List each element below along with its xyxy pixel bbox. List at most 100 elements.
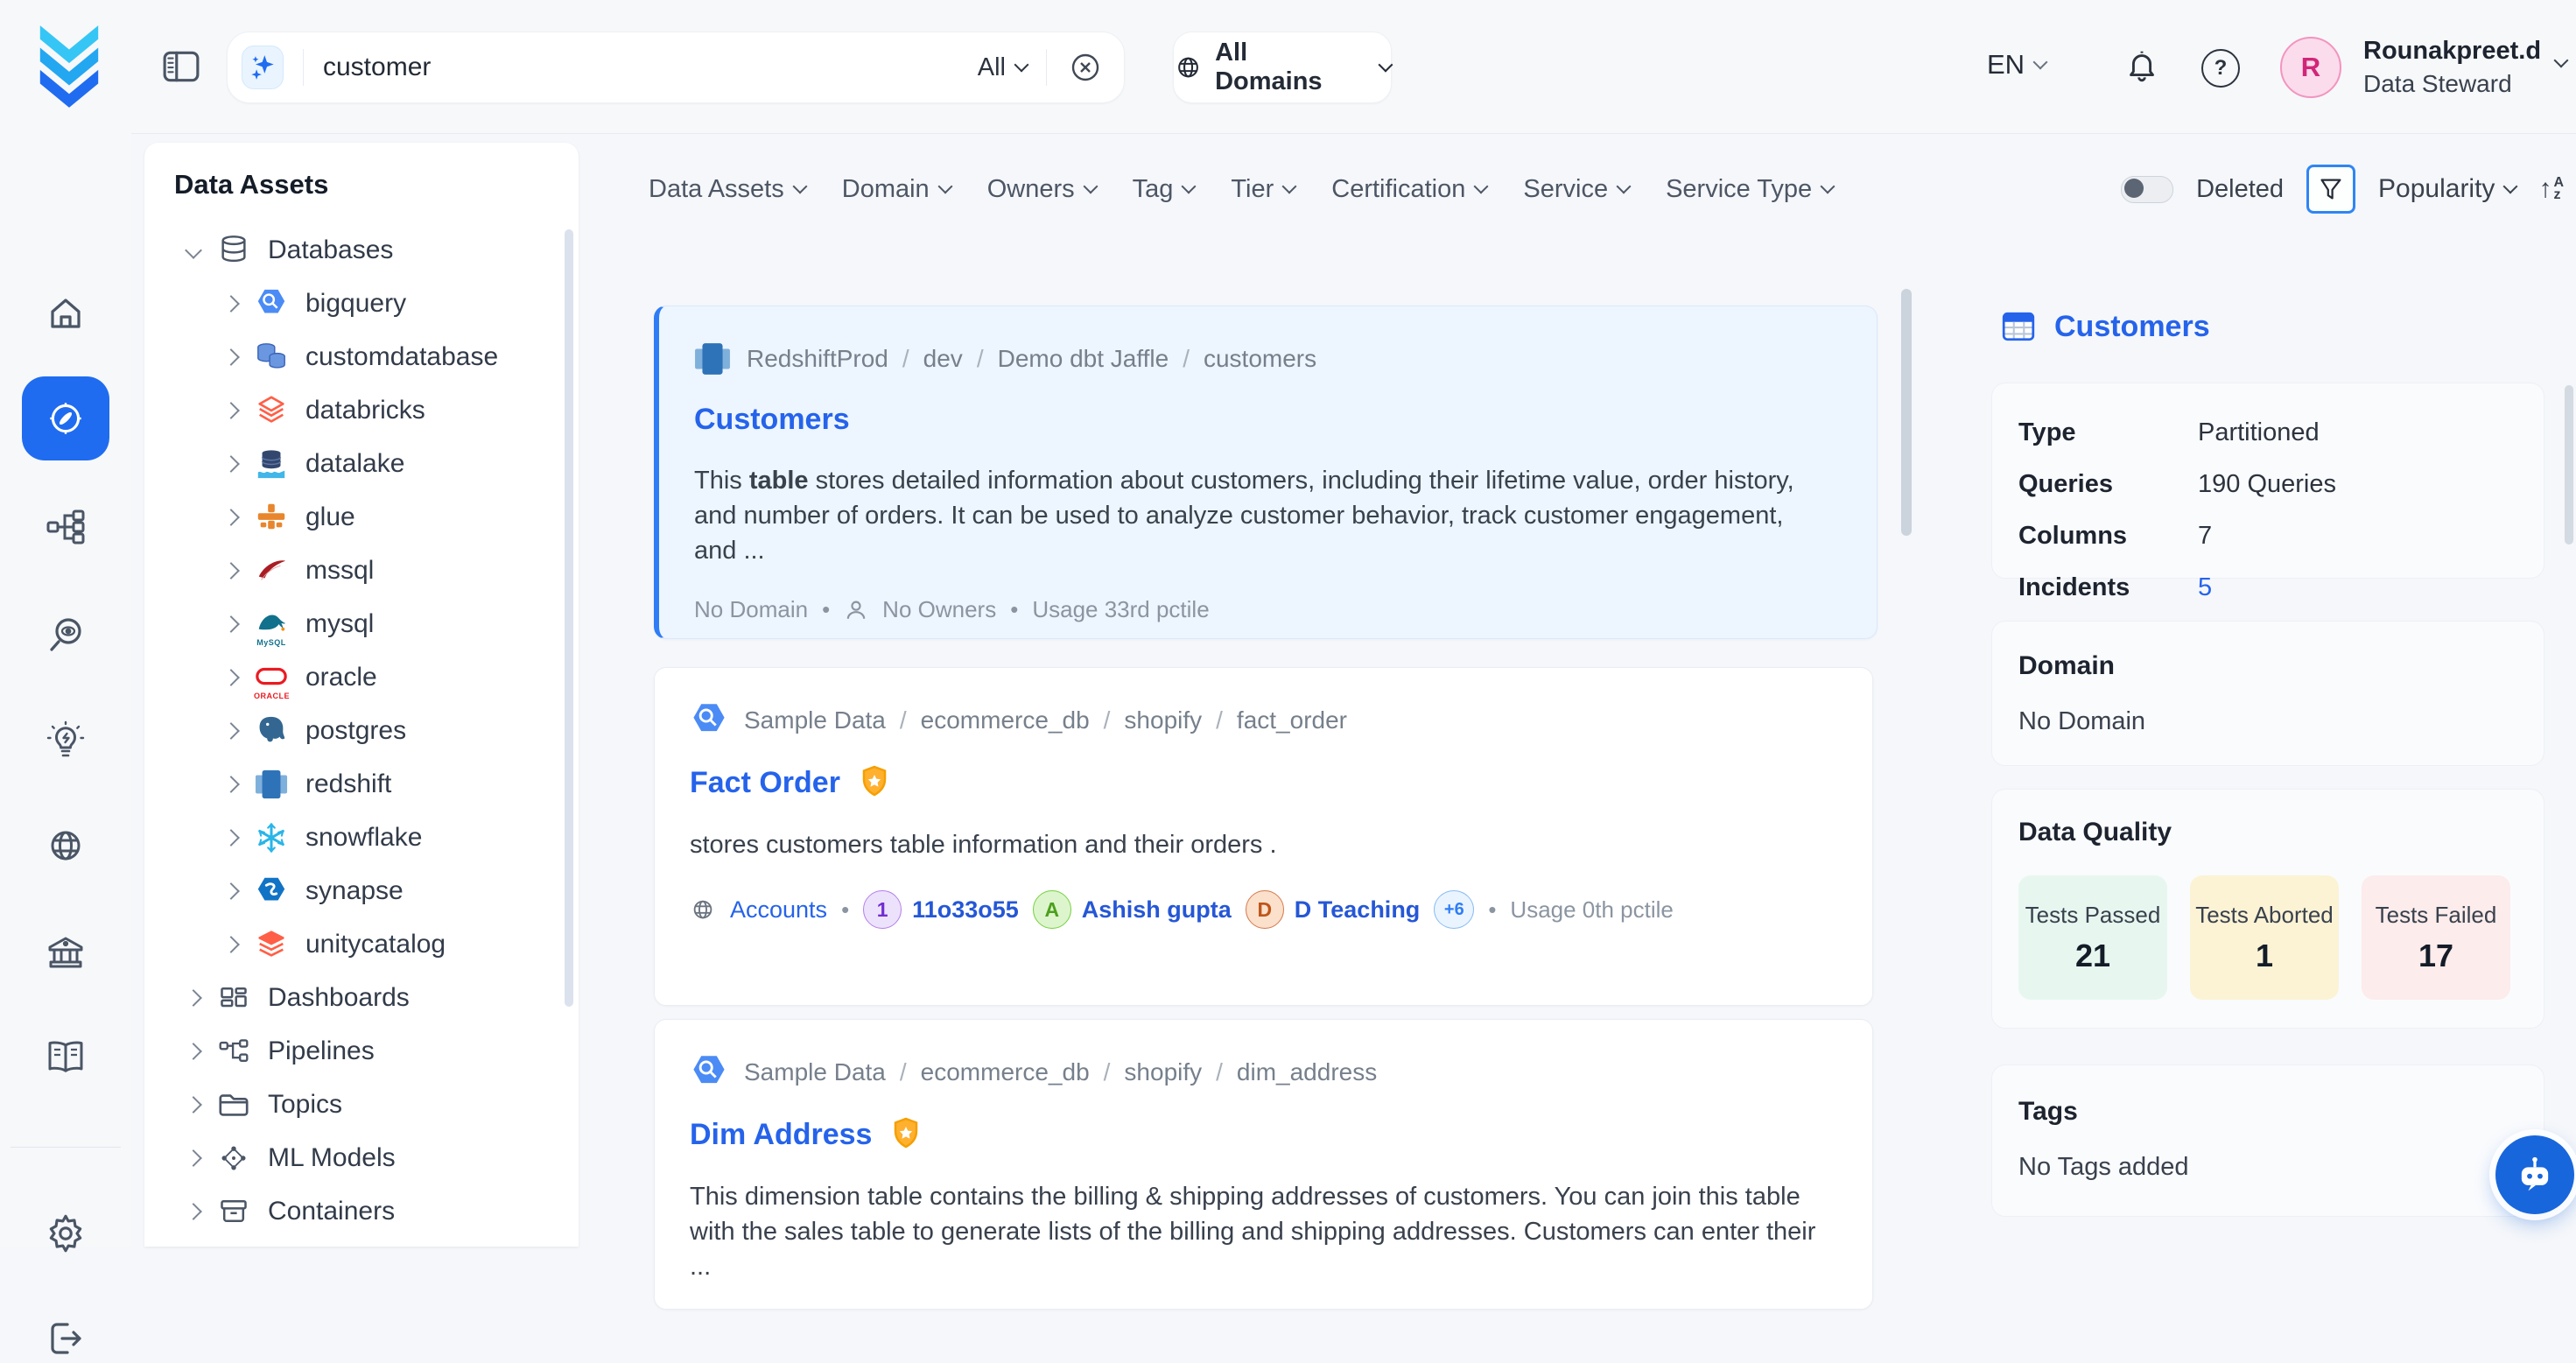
user-menu-caret-icon[interactable]	[2554, 53, 2569, 68]
owner-chip[interactable]: 1 11o33o55	[863, 890, 1019, 929]
advanced-filter-button[interactable]	[2306, 165, 2355, 214]
owner-chip[interactable]: A Ashish gupta	[1033, 890, 1232, 929]
tree-item-glue[interactable]: glue	[144, 490, 579, 544]
sort-by-dropdown[interactable]: Popularity	[2378, 174, 2516, 204]
domains-icon[interactable]	[41, 821, 90, 870]
chevron-right-icon[interactable]	[222, 562, 240, 580]
filter-domain[interactable]: Domain	[842, 175, 951, 204]
tree-item-mysql[interactable]: MySQL mysql	[144, 597, 579, 650]
asset-title-link[interactable]: Customers	[694, 403, 850, 437]
help-icon[interactable]: ?	[2201, 49, 2240, 88]
breadcrumb-schema[interactable]: Demo dbt Jaffle	[998, 345, 1169, 373]
domain-link[interactable]: Accounts	[730, 896, 827, 924]
chevron-right-icon[interactable]	[222, 295, 240, 313]
chevron-right-icon[interactable]	[222, 455, 240, 473]
filter-tier[interactable]: Tier	[1231, 175, 1295, 204]
search-scope-dropdown[interactable]: All	[978, 53, 1027, 82]
tree-item-redshift[interactable]: redshift	[144, 757, 579, 811]
asset-title-link[interactable]: Fact Order	[690, 766, 840, 800]
tree-item-unitycatalog[interactable]: unitycatalog	[144, 917, 579, 971]
filter-data-assets[interactable]: Data Assets	[649, 175, 805, 204]
tree-item-pipelines[interactable]: Pipelines	[144, 1024, 579, 1078]
breadcrumb-schema[interactable]: shopify	[1124, 706, 1202, 734]
chevron-right-icon[interactable]	[185, 1203, 202, 1220]
tree-item-mssql[interactable]: mssql	[144, 544, 579, 597]
tree-scrollbar[interactable]	[565, 229, 573, 1007]
filter-certification[interactable]: Certification	[1331, 175, 1486, 204]
tree-item-synapse[interactable]: synapse	[144, 864, 579, 917]
filter-tag[interactable]: Tag	[1133, 175, 1195, 204]
settings-gear-icon[interactable]	[41, 1209, 90, 1258]
chevron-right-icon[interactable]	[222, 936, 240, 953]
breadcrumb-database[interactable]: dev	[923, 345, 963, 373]
sort-order-icon[interactable]: ↑ Az	[2538, 176, 2564, 202]
chevron-right-icon[interactable]	[222, 829, 240, 847]
chevron-right-icon[interactable]	[222, 776, 240, 793]
chevron-right-icon[interactable]	[222, 882, 240, 900]
tree-item-containers[interactable]: Containers	[144, 1184, 579, 1238]
chevron-right-icon[interactable]	[222, 615, 240, 633]
tree-item-customdatabase[interactable]: customdatabase	[144, 330, 579, 383]
owner-name[interactable]: Ashish gupta	[1082, 896, 1232, 924]
filter-service-type[interactable]: Service Type	[1666, 175, 1833, 204]
breadcrumb-table[interactable]: fact_order	[1237, 706, 1347, 734]
tree-item-snowflake[interactable]: snowflake	[144, 811, 579, 864]
sidebar-collapse-icon[interactable]	[162, 47, 200, 86]
result-card-customers[interactable]: RedshiftProd/ dev/ Demo dbt Jaffle/ cust…	[654, 306, 1878, 639]
glossary-icon[interactable]	[41, 1033, 90, 1082]
tree-item-datalake[interactable]: datalake	[144, 437, 579, 490]
clear-search-icon[interactable]	[1068, 50, 1103, 85]
insights-icon[interactable]	[41, 716, 90, 765]
home-icon[interactable]	[41, 289, 90, 338]
assistant-chat-button[interactable]	[2495, 1135, 2574, 1214]
asset-title-link[interactable]: Dim Address	[690, 1118, 872, 1152]
chevron-right-icon[interactable]	[185, 1096, 202, 1114]
breadcrumb-service[interactable]: Sample Data	[744, 1058, 886, 1086]
tree-item-postgres[interactable]: postgres	[144, 704, 579, 757]
tree-item-ml-models[interactable]: ML Models	[144, 1131, 579, 1184]
chevron-right-icon[interactable]	[185, 1043, 202, 1060]
notifications-bell-icon[interactable]	[2122, 46, 2162, 86]
app-logo[interactable]	[33, 23, 105, 110]
breadcrumb-database[interactable]: ecommerce_db	[921, 1058, 1090, 1086]
page-scrollbar[interactable]	[2565, 385, 2573, 544]
global-search-bar[interactable]: customer All	[227, 32, 1125, 103]
breadcrumb-service[interactable]: Sample Data	[744, 706, 886, 734]
governance-icon[interactable]	[41, 929, 90, 978]
breadcrumb-table[interactable]: dim_address	[1237, 1058, 1377, 1086]
results-scrollbar[interactable]	[1901, 289, 1912, 536]
breadcrumb-database[interactable]: ecommerce_db	[921, 706, 1090, 734]
search-input[interactable]: customer	[323, 53, 431, 82]
chevron-right-icon[interactable]	[222, 722, 240, 740]
chevron-right-icon[interactable]	[185, 989, 202, 1007]
breadcrumb-service[interactable]: RedshiftProd	[747, 345, 888, 373]
logout-icon[interactable]	[41, 1314, 90, 1363]
chevron-right-icon[interactable]	[222, 669, 240, 686]
owner-name[interactable]: 11o33o55	[912, 896, 1019, 924]
filter-owners[interactable]: Owners	[987, 175, 1096, 204]
observability-icon[interactable]	[41, 610, 90, 659]
preview-title-link[interactable]: Customers	[2054, 310, 2210, 344]
chevron-down-icon[interactable]	[185, 242, 202, 259]
explore-tab-active[interactable]	[22, 376, 109, 460]
tree-item-bigquery[interactable]: bigquery	[144, 277, 579, 330]
user-avatar[interactable]: R	[2280, 37, 2341, 98]
incidents-link[interactable]: 5	[2198, 573, 2212, 602]
owner-chip[interactable]: D D Teaching	[1246, 890, 1421, 929]
breadcrumb-table[interactable]: customers	[1204, 345, 1316, 373]
breadcrumb-schema[interactable]: shopify	[1124, 1058, 1202, 1086]
result-card-fact-order[interactable]: Sample Data/ ecommerce_db/ shopify/ fact…	[654, 667, 1873, 1006]
owner-name[interactable]: D Teaching	[1295, 896, 1421, 924]
chevron-right-icon[interactable]	[222, 509, 240, 526]
tree-item-oracle[interactable]: ORACLE oracle	[144, 650, 579, 704]
lineage-icon[interactable]	[41, 502, 90, 552]
tree-item-dashboards[interactable]: Dashboards	[144, 971, 579, 1024]
more-owners-badge[interactable]: +6	[1434, 890, 1474, 929]
tree-item-topics[interactable]: Topics	[144, 1078, 579, 1131]
result-card-dim-address[interactable]: Sample Data/ ecommerce_db/ shopify/ dim_…	[654, 1019, 1873, 1310]
deleted-toggle[interactable]	[2121, 176, 2173, 203]
chevron-right-icon[interactable]	[222, 402, 240, 419]
filter-service[interactable]: Service	[1523, 175, 1629, 204]
domains-filter-pill[interactable]: All Domains	[1173, 32, 1392, 103]
chevron-right-icon[interactable]	[222, 348, 240, 366]
